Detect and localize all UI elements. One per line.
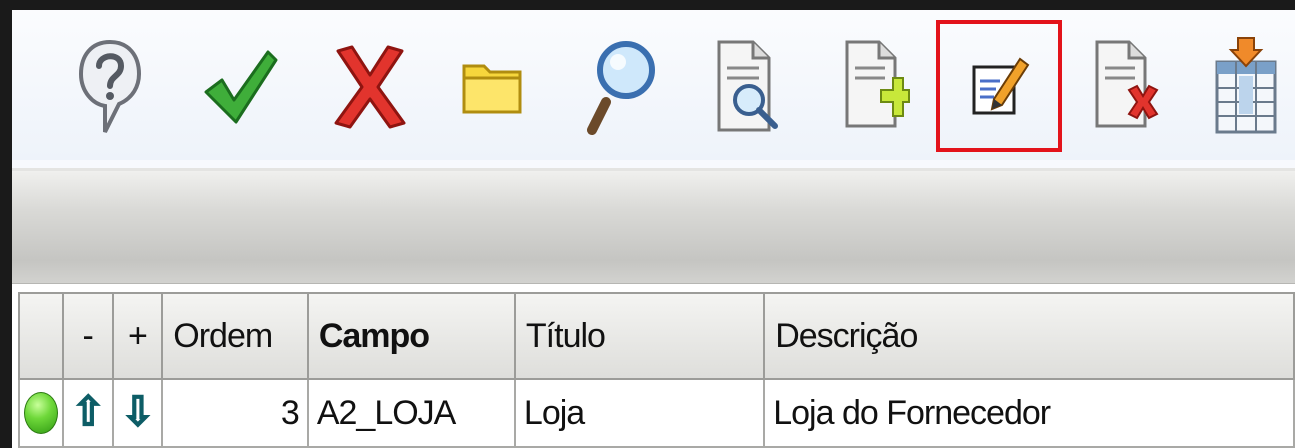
fields-table: - + Ordem Campo Título Descrição ⇧ ⇩ 3 A… bbox=[18, 292, 1295, 448]
table-insert-icon bbox=[1215, 37, 1277, 134]
cancel-button[interactable] bbox=[322, 32, 418, 140]
open-folder-button[interactable] bbox=[444, 32, 540, 140]
column-header-ordem[interactable]: Ordem bbox=[161, 292, 309, 380]
fields-grid: - + Ordem Campo Título Descrição ⇧ ⇩ 3 A… bbox=[12, 284, 1295, 448]
column-header-minus[interactable]: - bbox=[61, 292, 114, 380]
column-header-plus[interactable]: + bbox=[111, 292, 164, 380]
delete-button[interactable] bbox=[1078, 32, 1174, 140]
view-button[interactable] bbox=[700, 32, 796, 140]
edit-pencil-icon bbox=[972, 57, 1030, 115]
grid-toolbar-bar bbox=[12, 168, 1295, 286]
arrow-up-icon[interactable]: ⇧ bbox=[71, 390, 105, 434]
column-header-campo[interactable]: Campo bbox=[306, 292, 516, 380]
folder-icon bbox=[462, 64, 522, 114]
green-status-icon bbox=[23, 392, 58, 434]
status-cell bbox=[18, 378, 64, 448]
ordem-cell[interactable]: 3 bbox=[161, 378, 309, 448]
edit-button[interactable] bbox=[936, 20, 1062, 152]
toolbar bbox=[12, 10, 1295, 160]
move-up-cell[interactable]: ⇧ bbox=[61, 378, 114, 448]
document-search-icon bbox=[717, 40, 778, 132]
move-down-cell[interactable]: ⇩ bbox=[111, 378, 164, 448]
table-row[interactable]: ⇧ ⇩ 3 A2_LOJA Loja Loja do Fornecedor bbox=[18, 378, 1295, 448]
confirm-button[interactable] bbox=[192, 32, 288, 140]
column-header-status[interactable] bbox=[18, 292, 64, 380]
cancel-x-icon bbox=[334, 45, 406, 129]
magnifier-icon bbox=[587, 41, 655, 135]
column-header-titulo[interactable]: Título bbox=[513, 292, 766, 380]
add-button[interactable] bbox=[828, 32, 924, 140]
campo-cell[interactable]: A2_LOJA bbox=[306, 378, 516, 448]
table-insert-button[interactable] bbox=[1198, 32, 1294, 140]
help-icon bbox=[78, 39, 142, 133]
search-button[interactable] bbox=[572, 32, 668, 140]
table-header-row: - + Ordem Campo Título Descrição bbox=[18, 292, 1295, 380]
column-header-descricao[interactable]: Descrição bbox=[763, 292, 1295, 380]
arrow-down-icon[interactable]: ⇩ bbox=[121, 390, 155, 434]
help-button[interactable] bbox=[62, 32, 158, 140]
descricao-cell[interactable]: Loja do Fornecedor bbox=[763, 378, 1295, 448]
document-delete-icon bbox=[1095, 40, 1159, 128]
titulo-cell[interactable]: Loja bbox=[513, 378, 766, 448]
application-window: - + Ordem Campo Título Descrição ⇧ ⇩ 3 A… bbox=[0, 0, 1295, 448]
checkmark-icon bbox=[204, 50, 278, 124]
document-add-icon bbox=[845, 40, 910, 128]
